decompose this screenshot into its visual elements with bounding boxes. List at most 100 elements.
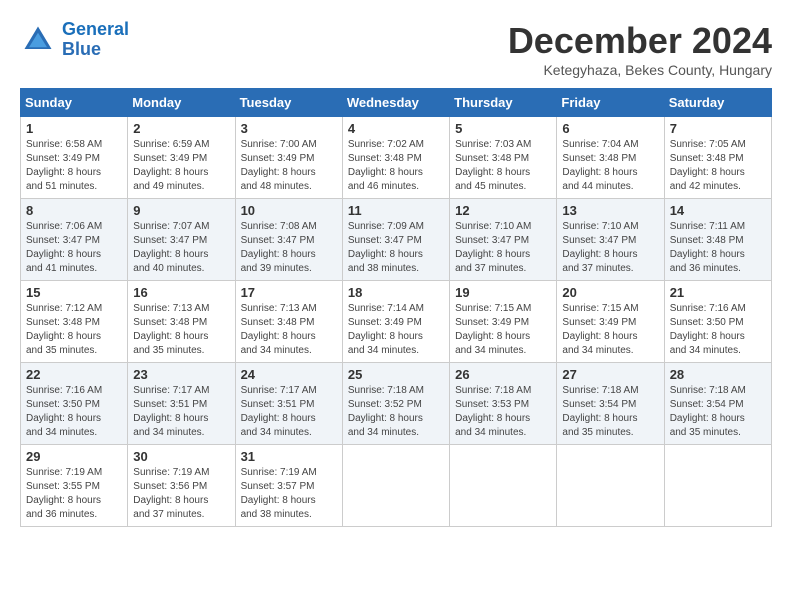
calendar-cell bbox=[557, 445, 664, 527]
day-info: Sunrise: 7:18 AM Sunset: 3:53 PM Dayligh… bbox=[455, 384, 551, 440]
day-number: 11 bbox=[348, 203, 444, 218]
logo-icon bbox=[20, 22, 56, 58]
day-number: 18 bbox=[348, 285, 444, 300]
calendar-header-row: SundayMondayTuesdayWednesdayThursdayFrid… bbox=[21, 89, 772, 117]
calendar-cell: 14 Sunrise: 7:11 AM Sunset: 3:48 PM Dayl… bbox=[664, 199, 771, 281]
calendar-cell bbox=[664, 445, 771, 527]
calendar-table: SundayMondayTuesdayWednesdayThursdayFrid… bbox=[20, 88, 772, 527]
page-header: General Blue December 2024 Ketegyhaza, B… bbox=[20, 20, 772, 78]
calendar-cell bbox=[450, 445, 557, 527]
day-info: Sunrise: 6:59 AM Sunset: 3:49 PM Dayligh… bbox=[133, 138, 229, 194]
day-number: 17 bbox=[241, 285, 337, 300]
day-number: 30 bbox=[133, 449, 229, 464]
day-info: Sunrise: 7:02 AM Sunset: 3:48 PM Dayligh… bbox=[348, 138, 444, 194]
day-header-wednesday: Wednesday bbox=[342, 89, 449, 117]
day-info: Sunrise: 7:18 AM Sunset: 3:54 PM Dayligh… bbox=[562, 384, 658, 440]
day-info: Sunrise: 7:12 AM Sunset: 3:48 PM Dayligh… bbox=[26, 302, 122, 358]
calendar-cell: 28 Sunrise: 7:18 AM Sunset: 3:54 PM Dayl… bbox=[664, 363, 771, 445]
calendar-cell: 20 Sunrise: 7:15 AM Sunset: 3:49 PM Dayl… bbox=[557, 281, 664, 363]
logo-text: General Blue bbox=[62, 20, 129, 60]
day-info: Sunrise: 7:14 AM Sunset: 3:49 PM Dayligh… bbox=[348, 302, 444, 358]
day-number: 31 bbox=[241, 449, 337, 464]
calendar-cell: 18 Sunrise: 7:14 AM Sunset: 3:49 PM Dayl… bbox=[342, 281, 449, 363]
calendar-cell: 17 Sunrise: 7:13 AM Sunset: 3:48 PM Dayl… bbox=[235, 281, 342, 363]
calendar-cell: 2 Sunrise: 6:59 AM Sunset: 3:49 PM Dayli… bbox=[128, 117, 235, 199]
logo: General Blue bbox=[20, 20, 129, 60]
calendar-cell: 10 Sunrise: 7:08 AM Sunset: 3:47 PM Dayl… bbox=[235, 199, 342, 281]
day-info: Sunrise: 7:13 AM Sunset: 3:48 PM Dayligh… bbox=[241, 302, 337, 358]
day-info: Sunrise: 7:15 AM Sunset: 3:49 PM Dayligh… bbox=[562, 302, 658, 358]
day-number: 21 bbox=[670, 285, 766, 300]
calendar-cell: 15 Sunrise: 7:12 AM Sunset: 3:48 PM Dayl… bbox=[21, 281, 128, 363]
day-info: Sunrise: 7:15 AM Sunset: 3:49 PM Dayligh… bbox=[455, 302, 551, 358]
day-info: Sunrise: 7:03 AM Sunset: 3:48 PM Dayligh… bbox=[455, 138, 551, 194]
month-title: December 2024 bbox=[508, 20, 772, 62]
day-header-tuesday: Tuesday bbox=[235, 89, 342, 117]
calendar-cell: 23 Sunrise: 7:17 AM Sunset: 3:51 PM Dayl… bbox=[128, 363, 235, 445]
logo-line1: General bbox=[62, 19, 129, 39]
calendar-cell: 31 Sunrise: 7:19 AM Sunset: 3:57 PM Dayl… bbox=[235, 445, 342, 527]
day-info: Sunrise: 7:11 AM Sunset: 3:48 PM Dayligh… bbox=[670, 220, 766, 276]
day-number: 25 bbox=[348, 367, 444, 382]
title-block: December 2024 Ketegyhaza, Bekes County, … bbox=[508, 20, 772, 78]
day-header-sunday: Sunday bbox=[21, 89, 128, 117]
day-number: 14 bbox=[670, 203, 766, 218]
day-number: 5 bbox=[455, 121, 551, 136]
calendar-cell: 30 Sunrise: 7:19 AM Sunset: 3:56 PM Dayl… bbox=[128, 445, 235, 527]
day-number: 9 bbox=[133, 203, 229, 218]
day-header-monday: Monday bbox=[128, 89, 235, 117]
calendar-cell: 29 Sunrise: 7:19 AM Sunset: 3:55 PM Dayl… bbox=[21, 445, 128, 527]
day-number: 13 bbox=[562, 203, 658, 218]
calendar-cell: 9 Sunrise: 7:07 AM Sunset: 3:47 PM Dayli… bbox=[128, 199, 235, 281]
day-info: Sunrise: 7:16 AM Sunset: 3:50 PM Dayligh… bbox=[26, 384, 122, 440]
calendar-cell bbox=[342, 445, 449, 527]
calendar-cell: 16 Sunrise: 7:13 AM Sunset: 3:48 PM Dayl… bbox=[128, 281, 235, 363]
calendar-cell: 7 Sunrise: 7:05 AM Sunset: 3:48 PM Dayli… bbox=[664, 117, 771, 199]
day-info: Sunrise: 7:06 AM Sunset: 3:47 PM Dayligh… bbox=[26, 220, 122, 276]
day-info: Sunrise: 7:10 AM Sunset: 3:47 PM Dayligh… bbox=[562, 220, 658, 276]
calendar-cell: 5 Sunrise: 7:03 AM Sunset: 3:48 PM Dayli… bbox=[450, 117, 557, 199]
day-info: Sunrise: 7:08 AM Sunset: 3:47 PM Dayligh… bbox=[241, 220, 337, 276]
day-number: 10 bbox=[241, 203, 337, 218]
day-number: 29 bbox=[26, 449, 122, 464]
day-number: 8 bbox=[26, 203, 122, 218]
day-number: 23 bbox=[133, 367, 229, 382]
calendar-cell: 11 Sunrise: 7:09 AM Sunset: 3:47 PM Dayl… bbox=[342, 199, 449, 281]
day-info: Sunrise: 7:07 AM Sunset: 3:47 PM Dayligh… bbox=[133, 220, 229, 276]
day-info: Sunrise: 7:13 AM Sunset: 3:48 PM Dayligh… bbox=[133, 302, 229, 358]
day-info: Sunrise: 7:18 AM Sunset: 3:54 PM Dayligh… bbox=[670, 384, 766, 440]
day-number: 19 bbox=[455, 285, 551, 300]
day-number: 1 bbox=[26, 121, 122, 136]
day-info: Sunrise: 7:19 AM Sunset: 3:57 PM Dayligh… bbox=[241, 466, 337, 522]
calendar-cell: 19 Sunrise: 7:15 AM Sunset: 3:49 PM Dayl… bbox=[450, 281, 557, 363]
day-number: 22 bbox=[26, 367, 122, 382]
day-info: Sunrise: 7:19 AM Sunset: 3:55 PM Dayligh… bbox=[26, 466, 122, 522]
day-number: 28 bbox=[670, 367, 766, 382]
day-number: 15 bbox=[26, 285, 122, 300]
calendar-cell: 8 Sunrise: 7:06 AM Sunset: 3:47 PM Dayli… bbox=[21, 199, 128, 281]
day-info: Sunrise: 7:09 AM Sunset: 3:47 PM Dayligh… bbox=[348, 220, 444, 276]
calendar-week-row: 8 Sunrise: 7:06 AM Sunset: 3:47 PM Dayli… bbox=[21, 199, 772, 281]
calendar-cell: 12 Sunrise: 7:10 AM Sunset: 3:47 PM Dayl… bbox=[450, 199, 557, 281]
day-info: Sunrise: 7:18 AM Sunset: 3:52 PM Dayligh… bbox=[348, 384, 444, 440]
location-subtitle: Ketegyhaza, Bekes County, Hungary bbox=[508, 62, 772, 78]
calendar-cell: 27 Sunrise: 7:18 AM Sunset: 3:54 PM Dayl… bbox=[557, 363, 664, 445]
calendar-cell: 26 Sunrise: 7:18 AM Sunset: 3:53 PM Dayl… bbox=[450, 363, 557, 445]
day-header-thursday: Thursday bbox=[450, 89, 557, 117]
calendar-cell: 13 Sunrise: 7:10 AM Sunset: 3:47 PM Dayl… bbox=[557, 199, 664, 281]
calendar-cell: 25 Sunrise: 7:18 AM Sunset: 3:52 PM Dayl… bbox=[342, 363, 449, 445]
day-info: Sunrise: 7:10 AM Sunset: 3:47 PM Dayligh… bbox=[455, 220, 551, 276]
calendar-week-row: 1 Sunrise: 6:58 AM Sunset: 3:49 PM Dayli… bbox=[21, 117, 772, 199]
calendar-week-row: 29 Sunrise: 7:19 AM Sunset: 3:55 PM Dayl… bbox=[21, 445, 772, 527]
calendar-week-row: 15 Sunrise: 7:12 AM Sunset: 3:48 PM Dayl… bbox=[21, 281, 772, 363]
calendar-cell: 22 Sunrise: 7:16 AM Sunset: 3:50 PM Dayl… bbox=[21, 363, 128, 445]
calendar-cell: 1 Sunrise: 6:58 AM Sunset: 3:49 PM Dayli… bbox=[21, 117, 128, 199]
day-number: 3 bbox=[241, 121, 337, 136]
day-number: 2 bbox=[133, 121, 229, 136]
day-info: Sunrise: 7:16 AM Sunset: 3:50 PM Dayligh… bbox=[670, 302, 766, 358]
day-info: Sunrise: 7:05 AM Sunset: 3:48 PM Dayligh… bbox=[670, 138, 766, 194]
day-number: 16 bbox=[133, 285, 229, 300]
day-number: 6 bbox=[562, 121, 658, 136]
day-info: Sunrise: 7:17 AM Sunset: 3:51 PM Dayligh… bbox=[241, 384, 337, 440]
day-number: 20 bbox=[562, 285, 658, 300]
